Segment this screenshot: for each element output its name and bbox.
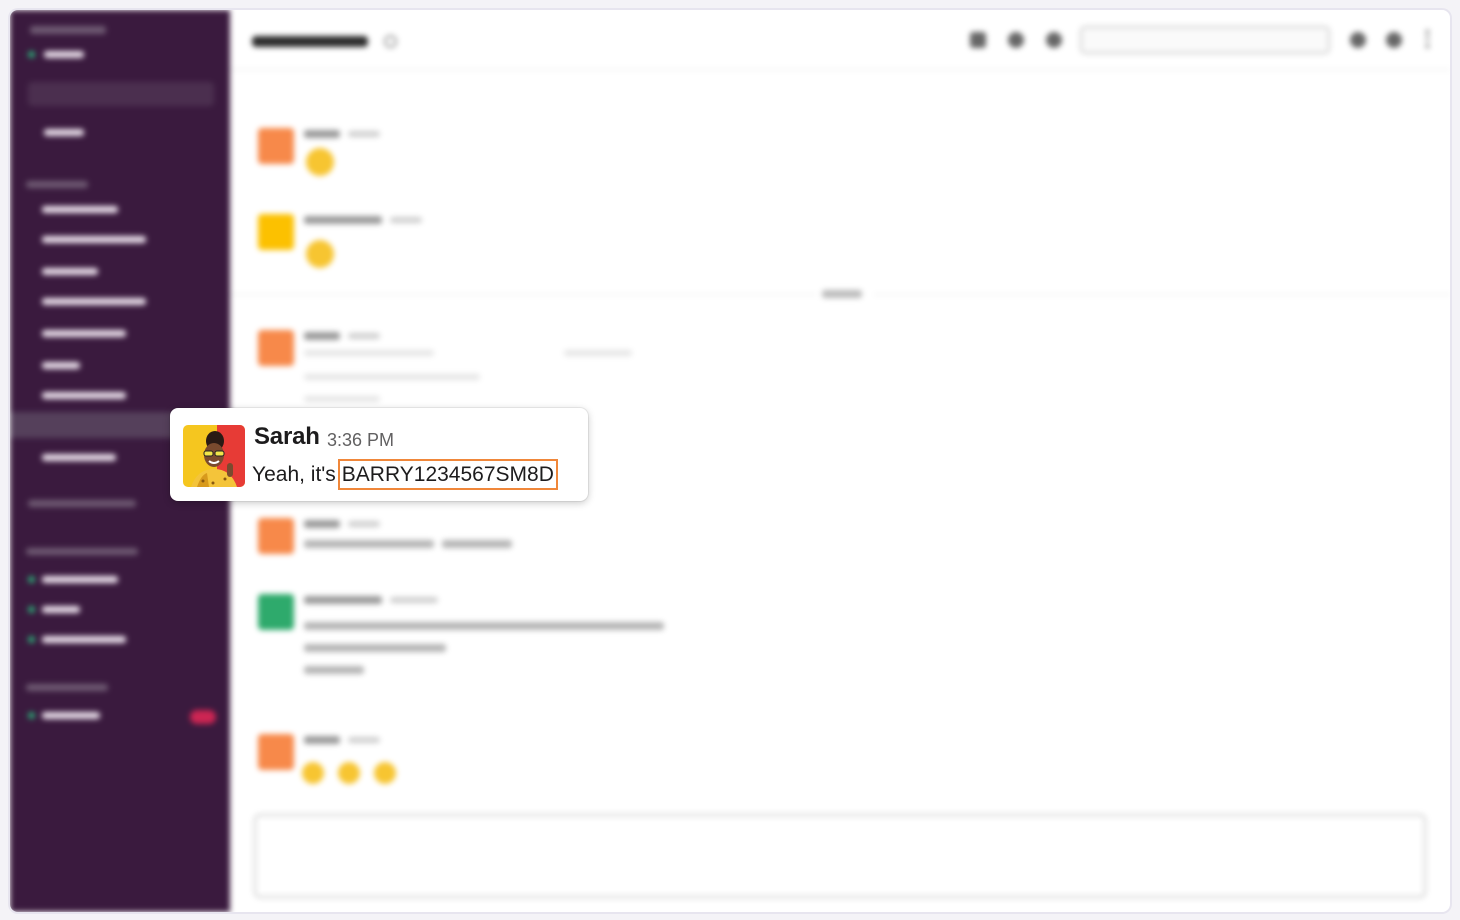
- message-text: Yeah, it's BARRY1234567SM8D: [252, 459, 558, 490]
- message-composer[interactable]: [254, 814, 1426, 898]
- channel-title: [252, 36, 368, 47]
- phone-icon[interactable]: [970, 32, 986, 48]
- slack-window: Sarah 3:36 PM Yeah, it's BARRY1234567SM8D: [10, 10, 1450, 912]
- message-text-prefix: Yeah, it's: [252, 463, 336, 486]
- sidebar-search[interactable]: [28, 82, 214, 106]
- sender-name[interactable]: Sarah: [254, 423, 320, 451]
- message-timestamp[interactable]: 3:36 PM: [327, 430, 394, 451]
- channel-header: [230, 10, 1450, 70]
- message-callout: Sarah 3:36 PM Yeah, it's BARRY1234567SM8D: [170, 408, 588, 501]
- search-input[interactable]: [1080, 26, 1330, 54]
- settings-icon[interactable]: [1046, 32, 1062, 48]
- more-icon[interactable]: [1426, 30, 1430, 48]
- info-icon[interactable]: [1008, 32, 1024, 48]
- highlighted-code: BARRY1234567SM8D: [337, 459, 558, 490]
- avatar: [183, 425, 245, 487]
- star-icon[interactable]: [1386, 32, 1402, 48]
- star-icon[interactable]: [384, 35, 397, 48]
- at-icon[interactable]: [1350, 32, 1366, 48]
